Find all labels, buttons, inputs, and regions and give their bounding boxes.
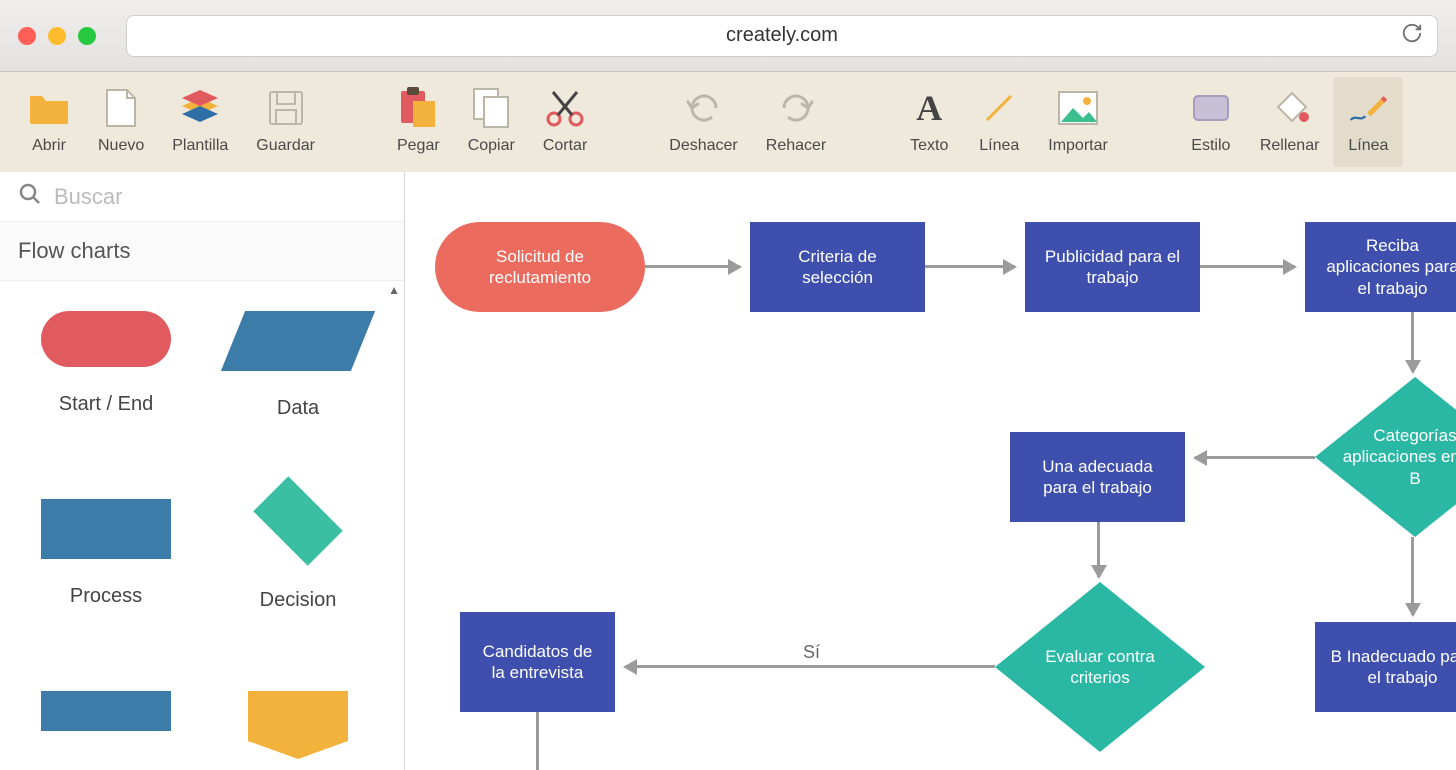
linestyle-button[interactable]: Línea — [1333, 77, 1403, 167]
shape-sidebar: Flow charts ▲ Start / End Data Process D… — [0, 172, 405, 770]
undo-button[interactable]: Deshacer — [655, 77, 751, 167]
node-reciba[interactable]: Reciba aplicaciones para el trabajo — [1305, 222, 1456, 312]
canvas[interactable]: Solicitud de reclutamiento Criteria de s… — [405, 172, 1456, 770]
redo-icon — [775, 87, 817, 129]
maximize-window-button[interactable] — [78, 27, 96, 45]
arrow-2[interactable] — [925, 265, 1015, 268]
data-shape-icon — [221, 311, 375, 371]
text-button[interactable]: A Texto — [894, 77, 964, 167]
undo-icon — [683, 87, 725, 129]
category-header[interactable]: Flow charts — [0, 222, 404, 281]
bucket-icon — [1269, 87, 1311, 129]
scissors-icon — [544, 87, 586, 129]
clipboard-icon — [397, 87, 439, 129]
shape-startend[interactable]: Start / End — [20, 311, 192, 449]
node-candidatos[interactable]: Candidatos de la entrevista — [460, 612, 615, 712]
window-controls — [18, 27, 96, 45]
search-input[interactable] — [54, 184, 386, 210]
arrow-3[interactable] — [1200, 265, 1295, 268]
text-icon: A — [908, 87, 950, 129]
arrow-1[interactable] — [645, 265, 740, 268]
startend-shape-icon — [41, 311, 171, 367]
process-shape-icon — [41, 499, 171, 559]
node-publicidad[interactable]: Publicidad para el trabajo — [1025, 222, 1200, 312]
fill-button[interactable]: Rellenar — [1246, 77, 1334, 167]
import-button[interactable]: Importar — [1034, 77, 1122, 167]
minimize-window-button[interactable] — [48, 27, 66, 45]
url-bar[interactable]: creately.com — [126, 15, 1438, 57]
edge-label-si: Sí — [803, 642, 820, 663]
line-tool-button[interactable]: Línea — [964, 77, 1034, 167]
arrow-9[interactable] — [536, 712, 539, 770]
scroll-up-icon[interactable]: ▲ — [384, 281, 404, 299]
browser-chrome: creately.com — [0, 0, 1456, 72]
copy-icon — [470, 87, 512, 129]
new-file-icon — [100, 87, 142, 129]
arrow-7[interactable] — [1097, 522, 1100, 577]
toolbar: Abrir Nuevo Plantilla Guardar Pegar Copi… — [0, 72, 1456, 172]
node-inadecuado[interactable]: B Inadecuado para el trabajo — [1315, 622, 1456, 712]
node-start[interactable]: Solicitud de reclutamiento — [435, 222, 645, 312]
cut-button[interactable]: Cortar — [529, 77, 601, 167]
url-text: creately.com — [726, 24, 838, 47]
save-button[interactable]: Guardar — [242, 77, 329, 167]
arrow-4[interactable] — [1411, 312, 1414, 372]
decision-shape-icon — [253, 476, 342, 565]
reload-icon[interactable] — [1401, 22, 1423, 49]
folder-icon — [28, 87, 70, 129]
redo-button[interactable]: Rehacer — [752, 77, 840, 167]
pencil-line-icon — [1347, 87, 1389, 129]
shape-decision[interactable]: Decision — [212, 499, 384, 641]
offpage-shape-icon — [248, 691, 348, 741]
shape-extra1[interactable] — [20, 691, 192, 770]
node-adecuada[interactable]: Una adecuada para el trabajo — [1010, 432, 1185, 522]
arrow-6[interactable] — [1411, 537, 1414, 615]
rect-shape-icon — [41, 691, 171, 731]
copy-button[interactable]: Copiar — [454, 77, 529, 167]
node-categorias-label: Categorías aplicaciones en A y B — [1325, 407, 1456, 507]
layers-icon — [179, 87, 221, 129]
search-row — [0, 172, 404, 222]
close-window-button[interactable] — [18, 27, 36, 45]
shape-process[interactable]: Process — [20, 499, 192, 641]
arrow-5[interactable] — [1195, 456, 1315, 459]
shape-grid: ▲ Start / End Data Process Decision — [0, 281, 404, 770]
style-icon — [1190, 87, 1232, 129]
main-area: Flow charts ▲ Start / End Data Process D… — [0, 172, 1456, 770]
paste-button[interactable]: Pegar — [383, 77, 454, 167]
search-icon[interactable] — [18, 182, 42, 211]
image-icon — [1057, 87, 1099, 129]
template-button[interactable]: Plantilla — [158, 77, 242, 167]
node-criteria[interactable]: Criteria de selección — [750, 222, 925, 312]
style-button[interactable]: Estilo — [1176, 77, 1246, 167]
open-button[interactable]: Abrir — [14, 77, 84, 167]
save-icon — [265, 87, 307, 129]
shape-data[interactable]: Data — [212, 311, 384, 449]
node-evaluar-label: Evaluar contra criterios — [1015, 622, 1185, 712]
line-icon — [978, 87, 1020, 129]
new-button[interactable]: Nuevo — [84, 77, 158, 167]
arrow-8[interactable] — [625, 665, 995, 668]
shape-offpage[interactable] — [212, 691, 384, 770]
